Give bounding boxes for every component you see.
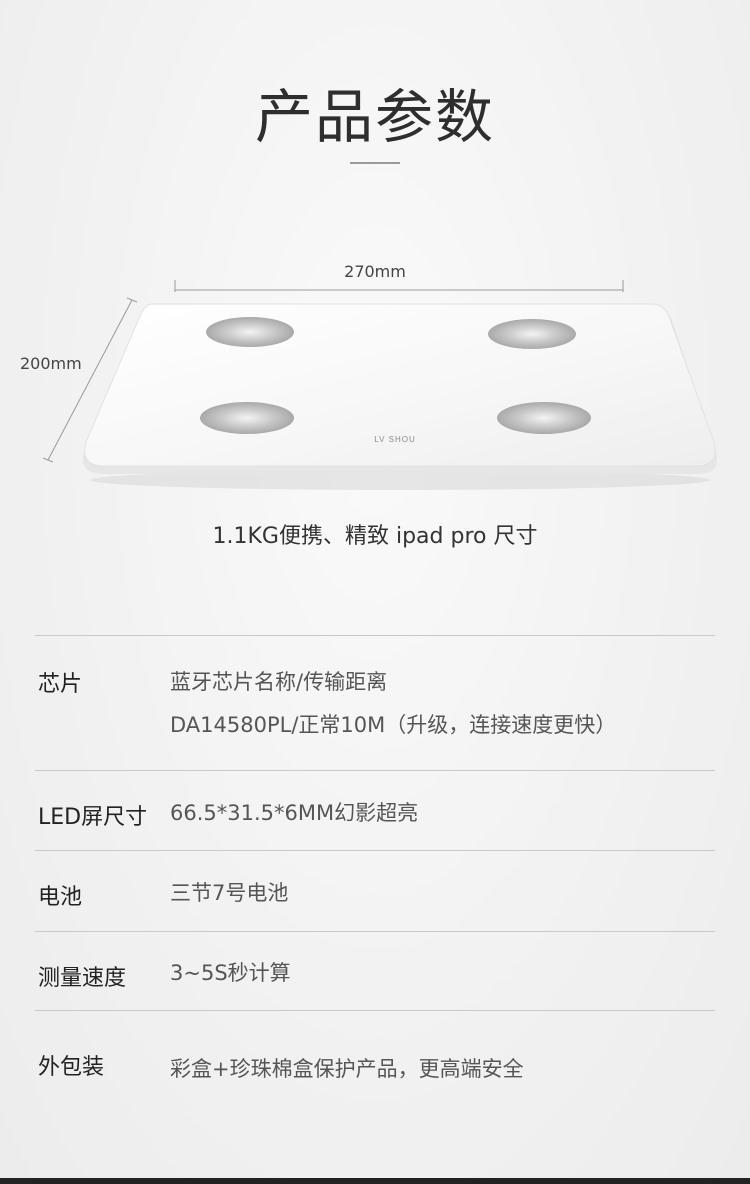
electrode-pad bbox=[206, 317, 294, 347]
spec-label: 测量速度 bbox=[38, 966, 127, 991]
bottom-border bbox=[0, 1178, 750, 1184]
spec-row-speed: 测量速度 3~5S秒计算 bbox=[35, 931, 715, 1010]
spec-value: DA14580PL/正常10M（升级，连接速度更快） bbox=[170, 713, 617, 737]
electrode-pad bbox=[488, 319, 576, 349]
spec-value: 三节7号电池 bbox=[170, 881, 289, 905]
brand-mark: LV SHOU bbox=[374, 435, 416, 444]
electrode-pad bbox=[497, 402, 591, 434]
spec-row-led: LED屏尺寸 66.5*31.5*6MM幻影超亮 bbox=[35, 770, 715, 850]
spec-label: LED屏尺寸 bbox=[38, 805, 148, 830]
spec-table: 芯片 蓝牙芯片名称/传输距离 DA14580PL/正常10M（升级，连接速度更快… bbox=[35, 635, 715, 1130]
spec-value: 3~5S秒计算 bbox=[170, 961, 291, 985]
spec-value: 蓝牙芯片名称/传输距离 bbox=[170, 670, 388, 694]
spec-value: 66.5*31.5*6MM幻影超亮 bbox=[170, 801, 419, 825]
spec-label: 外包装 bbox=[38, 1055, 105, 1080]
spec-row-battery: 电池 三节7号电池 bbox=[35, 850, 715, 931]
scale-illustration: LV SHOU bbox=[42, 280, 718, 490]
page-title: 产品参数 bbox=[254, 83, 495, 151]
spec-label: 芯片 bbox=[38, 672, 83, 697]
width-dimension-line bbox=[174, 280, 624, 292]
electrode-pad bbox=[200, 402, 294, 434]
spec-row-packaging: 外包装 彩盒+珍珠棉盒保护产品，更高端安全 bbox=[35, 1010, 715, 1130]
spec-row-chip: 芯片 蓝牙芯片名称/传输距离 DA14580PL/正常10M（升级，连接速度更快… bbox=[35, 635, 715, 770]
title-underline bbox=[350, 162, 400, 164]
product-caption: 1.1KG便携、精致 ipad pro 尺寸 bbox=[212, 524, 538, 549]
spec-value: 彩盒+珍珠棉盒保护产品，更高端安全 bbox=[170, 1057, 524, 1081]
spec-label: 电池 bbox=[38, 885, 83, 910]
